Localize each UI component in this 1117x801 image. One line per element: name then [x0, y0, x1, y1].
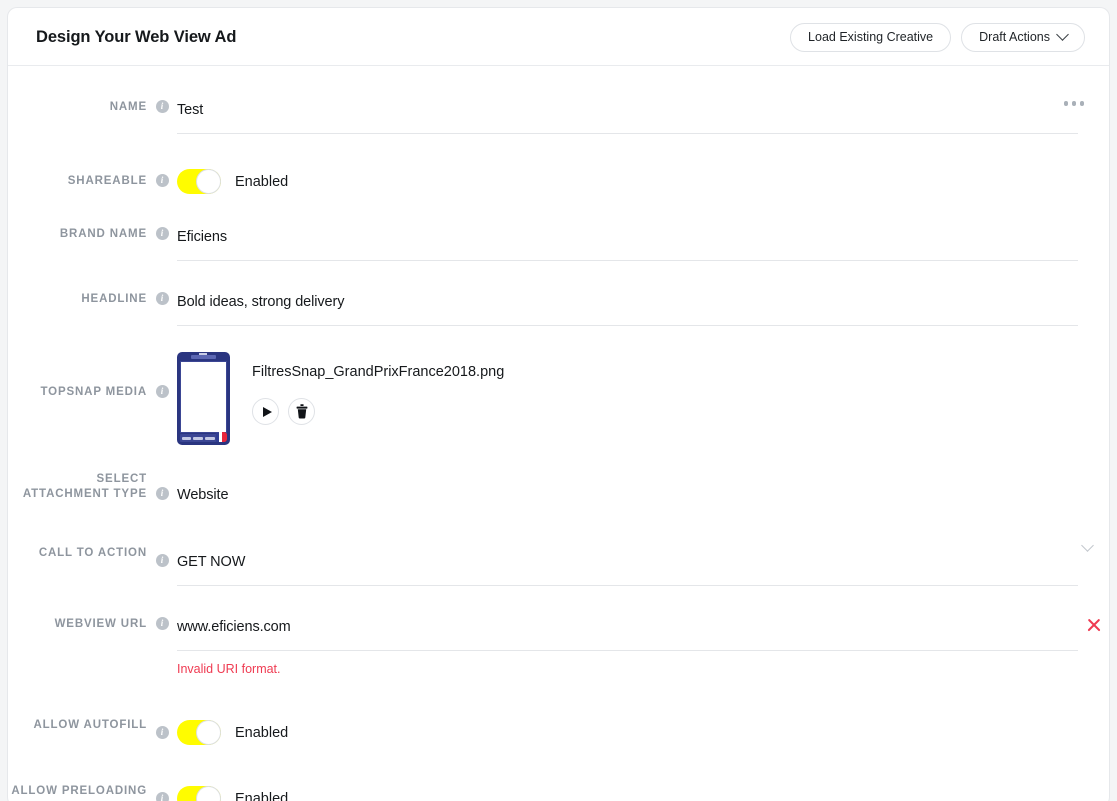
page-title: Design Your Web View Ad	[36, 28, 237, 46]
form-row-brand-name: BRAND NAME i Eficiens	[8, 227, 1109, 261]
shareable-state-label: Enabled	[235, 173, 289, 190]
attachment-type-select[interactable]: Website	[177, 485, 1109, 505]
name-input[interactable]: Test	[177, 100, 1109, 120]
form-row-headline: HEADLINE i Bold ideas, strong delivery	[8, 292, 1109, 326]
headline-underline	[177, 325, 1078, 326]
field-topsnap-media: FiltresSnap_GrandPrixFrance2018.png	[177, 352, 1109, 445]
topsnap-thumbnail[interactable]	[177, 352, 230, 445]
delete-button[interactable]	[288, 398, 315, 425]
info-icon[interactable]: i	[155, 227, 169, 240]
toggle-knob	[196, 169, 221, 194]
thumb-flag-icon	[216, 432, 227, 443]
label-name: NAME	[109, 101, 147, 113]
headline-input[interactable]: Bold ideas, strong delivery	[177, 292, 1109, 312]
label-allow-autofill: ALLOW AUTOFILL	[33, 719, 147, 731]
field-name: Test	[177, 100, 1109, 134]
allow-preloading-state-label: Enabled	[235, 790, 289, 801]
field-allow-preloading: Enabled	[177, 779, 1109, 801]
toggle-knob	[196, 720, 221, 745]
shareable-toggle-group: Enabled	[177, 169, 1109, 194]
field-allow-autofill: Enabled	[177, 713, 1109, 745]
field-webview-url: www.eficiens.com Invalid URI format.	[177, 617, 1109, 677]
form-body: NAME i Test SHAREABLE i Enabled BRAND NA…	[8, 100, 1109, 801]
form-row-allow-autofill: ALLOW AUTOFILL i Enabled	[8, 713, 1109, 745]
field-call-to-action: GET NOW	[177, 538, 1109, 586]
form-row-call-to-action: CALL TO ACTION i GET NOW	[8, 538, 1109, 586]
trash-icon	[296, 404, 307, 419]
field-shareable: Enabled	[177, 169, 1109, 194]
info-icon[interactable]: i	[155, 100, 169, 113]
brand-name-input[interactable]: Eficiens	[177, 227, 1109, 247]
info-icon[interactable]: i	[155, 726, 169, 739]
form-row-name: NAME i Test	[8, 100, 1109, 134]
form-row-shareable: SHAREABLE i Enabled	[8, 169, 1109, 194]
field-attachment-type: Website	[177, 456, 1109, 505]
info-icon[interactable]: i	[155, 385, 169, 398]
info-icon[interactable]: i	[155, 292, 169, 305]
topsnap-filename: FiltresSnap_GrandPrixFrance2018.png	[252, 364, 505, 380]
info-icon[interactable]: i	[155, 617, 169, 630]
shareable-toggle[interactable]	[177, 169, 221, 194]
label-headline: HEADLINE	[81, 293, 147, 305]
info-icon[interactable]: i	[155, 174, 169, 187]
form-row-topsnap-media: TOPSNAP MEDIA i FiltresSnap_GrandPrixFra…	[8, 352, 1109, 445]
draft-actions-button[interactable]: Draft Actions	[961, 22, 1085, 52]
label-attachment-type: SELECT ATTACHMENT TYPE	[22, 473, 147, 500]
thumb-canvas	[180, 361, 227, 433]
brand-name-underline	[177, 260, 1078, 261]
webview-url-input[interactable]: www.eficiens.com	[177, 617, 1109, 637]
play-icon	[262, 406, 272, 417]
label-allow-preloading: ALLOW PRELOADING	[11, 785, 147, 797]
load-existing-creative-button[interactable]: Load Existing Creative	[790, 22, 952, 52]
clear-url-button[interactable]	[1085, 616, 1103, 634]
form-row-webview-url: WEBVIEW URL i www.eficiens.com Invalid U…	[8, 617, 1109, 677]
label-brand-name: BRAND NAME	[59, 228, 147, 240]
allow-preloading-toggle-group: Enabled	[177, 786, 1109, 801]
name-underline	[177, 133, 1078, 134]
form-row-allow-preloading: ALLOW PRELOADING i Enabled	[8, 779, 1109, 801]
allow-preloading-toggle[interactable]	[177, 786, 221, 801]
info-icon[interactable]: i	[155, 792, 169, 801]
draft-actions-label: Draft Actions	[979, 30, 1050, 44]
label-webview-url: WEBVIEW URL	[54, 618, 147, 630]
label-topsnap-media: TOPSNAP MEDIA	[40, 386, 147, 398]
label-shareable: SHAREABLE	[67, 175, 147, 187]
info-icon[interactable]: i	[155, 554, 169, 567]
topsnap-media-meta: FiltresSnap_GrandPrixFrance2018.png	[252, 352, 504, 445]
label-call-to-action: CALL TO ACTION	[38, 547, 147, 559]
card-header: Design Your Web View Ad Load Existing Cr…	[8, 8, 1109, 66]
allow-autofill-state-label: Enabled	[235, 724, 289, 741]
allow-autofill-toggle[interactable]	[177, 720, 221, 745]
overflow-menu-icon[interactable]	[1063, 101, 1084, 106]
chevron-down-icon	[1056, 27, 1069, 41]
field-brand-name: Eficiens	[177, 227, 1109, 261]
toggle-knob	[196, 786, 221, 801]
header-actions: Load Existing Creative Draft Actions	[790, 8, 1085, 66]
topsnap-media-actions	[252, 398, 504, 425]
allow-autofill-toggle-group: Enabled	[177, 720, 1109, 745]
thumb-bottom-bar	[180, 434, 218, 442]
thumb-top-text	[191, 354, 216, 359]
play-button[interactable]	[252, 398, 279, 425]
app-root: Design Your Web View Ad Load Existing Cr…	[0, 0, 1117, 801]
load-existing-creative-label: Load Existing Creative	[808, 30, 934, 44]
call-to-action-underline	[177, 585, 1078, 586]
chevron-down-icon[interactable]	[1081, 539, 1094, 552]
design-web-view-ad-card: Design Your Web View Ad Load Existing Cr…	[7, 7, 1110, 801]
info-icon[interactable]: i	[155, 487, 169, 500]
form-row-attachment-type: SELECT ATTACHMENT TYPE i Website	[8, 456, 1109, 505]
field-headline: Bold ideas, strong delivery	[177, 292, 1109, 326]
call-to-action-select[interactable]: GET NOW	[177, 552, 1109, 572]
webview-url-error: Invalid URI format.	[177, 662, 281, 676]
webview-url-underline	[177, 650, 1078, 651]
